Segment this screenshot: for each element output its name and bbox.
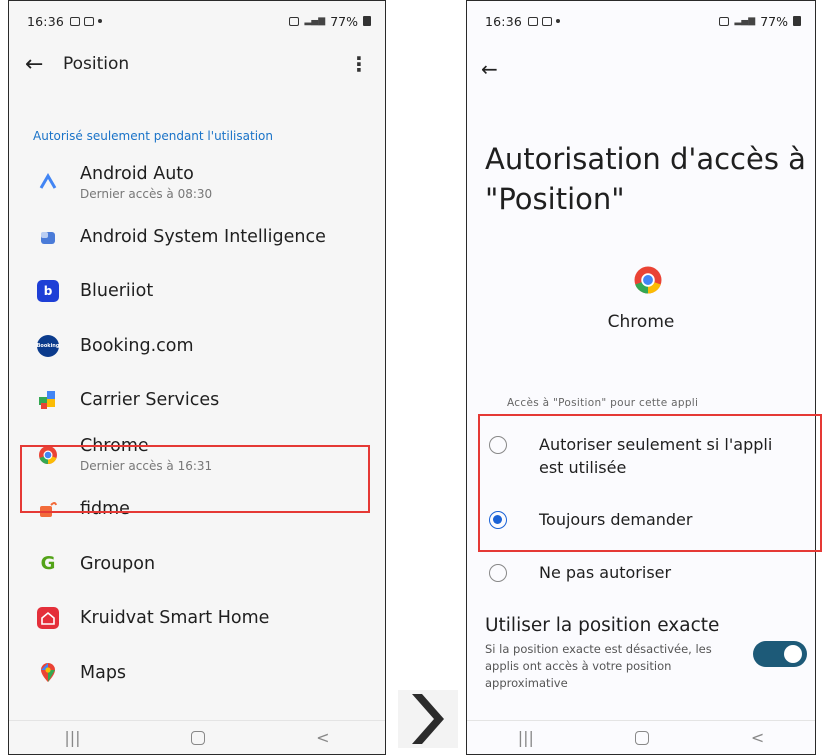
carrier-services-icon: [37, 389, 59, 411]
navigation-bar: ||| <: [9, 720, 385, 754]
kruidvat-icon: [37, 607, 59, 630]
groupon-icon: G: [40, 553, 56, 575]
alarm-icon: [289, 16, 300, 26]
android-auto-icon: [37, 171, 59, 193]
notification-icon: [542, 16, 553, 26]
chrome-icon: [633, 265, 663, 295]
app-name: Groupon: [80, 553, 156, 574]
app-item-android-system-intelligence[interactable]: Android System Intelligence: [9, 210, 385, 265]
precise-location-toggle[interactable]: [753, 641, 807, 667]
status-time: 16:36: [27, 13, 65, 29]
app-item-android-auto[interactable]: Android Auto Dernier accès à 08:30: [9, 155, 385, 210]
status-time: 16:36: [485, 13, 523, 29]
arrow-left-icon[interactable]: ←: [25, 52, 53, 77]
more-notifications-icon: [98, 19, 103, 23]
recents-button[interactable]: |||: [518, 728, 534, 747]
option-deny[interactable]: Ne pas autoriser: [489, 561, 809, 584]
left-phone-screen: 16:36 ▂▄▆ 77% ← Position ⋮ Autorisé seul…: [8, 0, 386, 755]
highlight-options-box: [478, 414, 822, 552]
app-item-booking[interactable]: Booking Booking.com: [9, 319, 385, 374]
precise-location-description: Si la position exacte est désactivée, le…: [485, 642, 712, 690]
status-bar: 16:36 ▂▄▆ 77%: [9, 1, 385, 41]
app-name: Chrome: [607, 312, 675, 332]
right-phone-screen: 16:36 ▂▄▆ 77% ← Autorisation d'accès à "…: [466, 0, 816, 755]
option-label: Ne pas autoriser: [539, 563, 672, 582]
battery-percent: 77%: [330, 13, 358, 29]
section-label: Accès à "Position" pour cette appli: [507, 397, 699, 409]
maps-icon: [37, 662, 59, 684]
app-name: Kruidvat Smart Home: [80, 608, 270, 629]
home-button[interactable]: [191, 730, 206, 745]
radio-button[interactable]: [489, 564, 507, 582]
section-header: Autorisé seulement pendant l'utilisation: [33, 129, 273, 143]
highlight-chrome-box: [20, 445, 370, 513]
notification-icons: [528, 16, 561, 26]
home-button[interactable]: [635, 730, 650, 745]
battery-percent: 77%: [760, 13, 788, 29]
app-name: Maps: [80, 662, 127, 683]
battery-icon: [793, 16, 801, 26]
toolbar: ← Position ⋮: [9, 41, 385, 87]
arrow-left-icon[interactable]: ←: [481, 57, 498, 81]
more-vert-icon[interactable]: ⋮: [349, 52, 369, 76]
app-name: Booking.com: [80, 335, 194, 356]
system-icons: ▂▄▆ 77%: [719, 14, 801, 29]
app-item-maps[interactable]: Maps: [9, 646, 385, 701]
android-system-intelligence-icon: [37, 226, 59, 248]
blueriiot-icon: b: [37, 280, 59, 303]
precise-location-title: Utiliser la position exacte: [485, 615, 720, 636]
notification-icon: [84, 16, 95, 26]
gallery-icon: [528, 16, 539, 26]
status-bar: 16:36 ▂▄▆ 77%: [467, 1, 815, 41]
permission-title: Autorisation d'accès à "Position": [485, 142, 806, 216]
page-title: Position: [63, 54, 130, 74]
chevron-right-icon: [398, 690, 458, 748]
app-item-groupon[interactable]: G Groupon: [9, 537, 385, 592]
app-name: Blueriiot: [80, 281, 154, 302]
system-icons: ▂▄▆ 77%: [289, 14, 371, 29]
app-item-kruidvat[interactable]: Kruidvat Smart Home: [9, 591, 385, 646]
more-notifications-icon: [556, 19, 561, 23]
alarm-icon: [719, 16, 730, 26]
battery-icon: [363, 16, 371, 26]
app-name: Android Auto: [80, 163, 194, 184]
gallery-icon: [70, 16, 81, 26]
signal-icon: ▂▄▆: [304, 16, 326, 26]
nav-back-button[interactable]: <: [316, 728, 329, 747]
app-last-access: Dernier accès à 08:30: [80, 186, 213, 201]
app-name: Carrier Services: [80, 390, 220, 411]
app-item-blueriiot[interactable]: b Blueriiot: [9, 264, 385, 319]
app-list: Android Auto Dernier accès à 08:30 Andro…: [9, 155, 385, 700]
nav-back-button[interactable]: <: [751, 728, 764, 747]
app-name: Android System Intelligence: [80, 226, 326, 247]
recents-button[interactable]: |||: [64, 728, 80, 747]
signal-icon: ▂▄▆: [734, 16, 756, 26]
booking-icon: Booking: [37, 334, 59, 357]
app-item-carrier-services[interactable]: Carrier Services: [9, 373, 385, 428]
navigation-bar: ||| <: [467, 720, 815, 754]
notification-icons: [70, 16, 103, 26]
